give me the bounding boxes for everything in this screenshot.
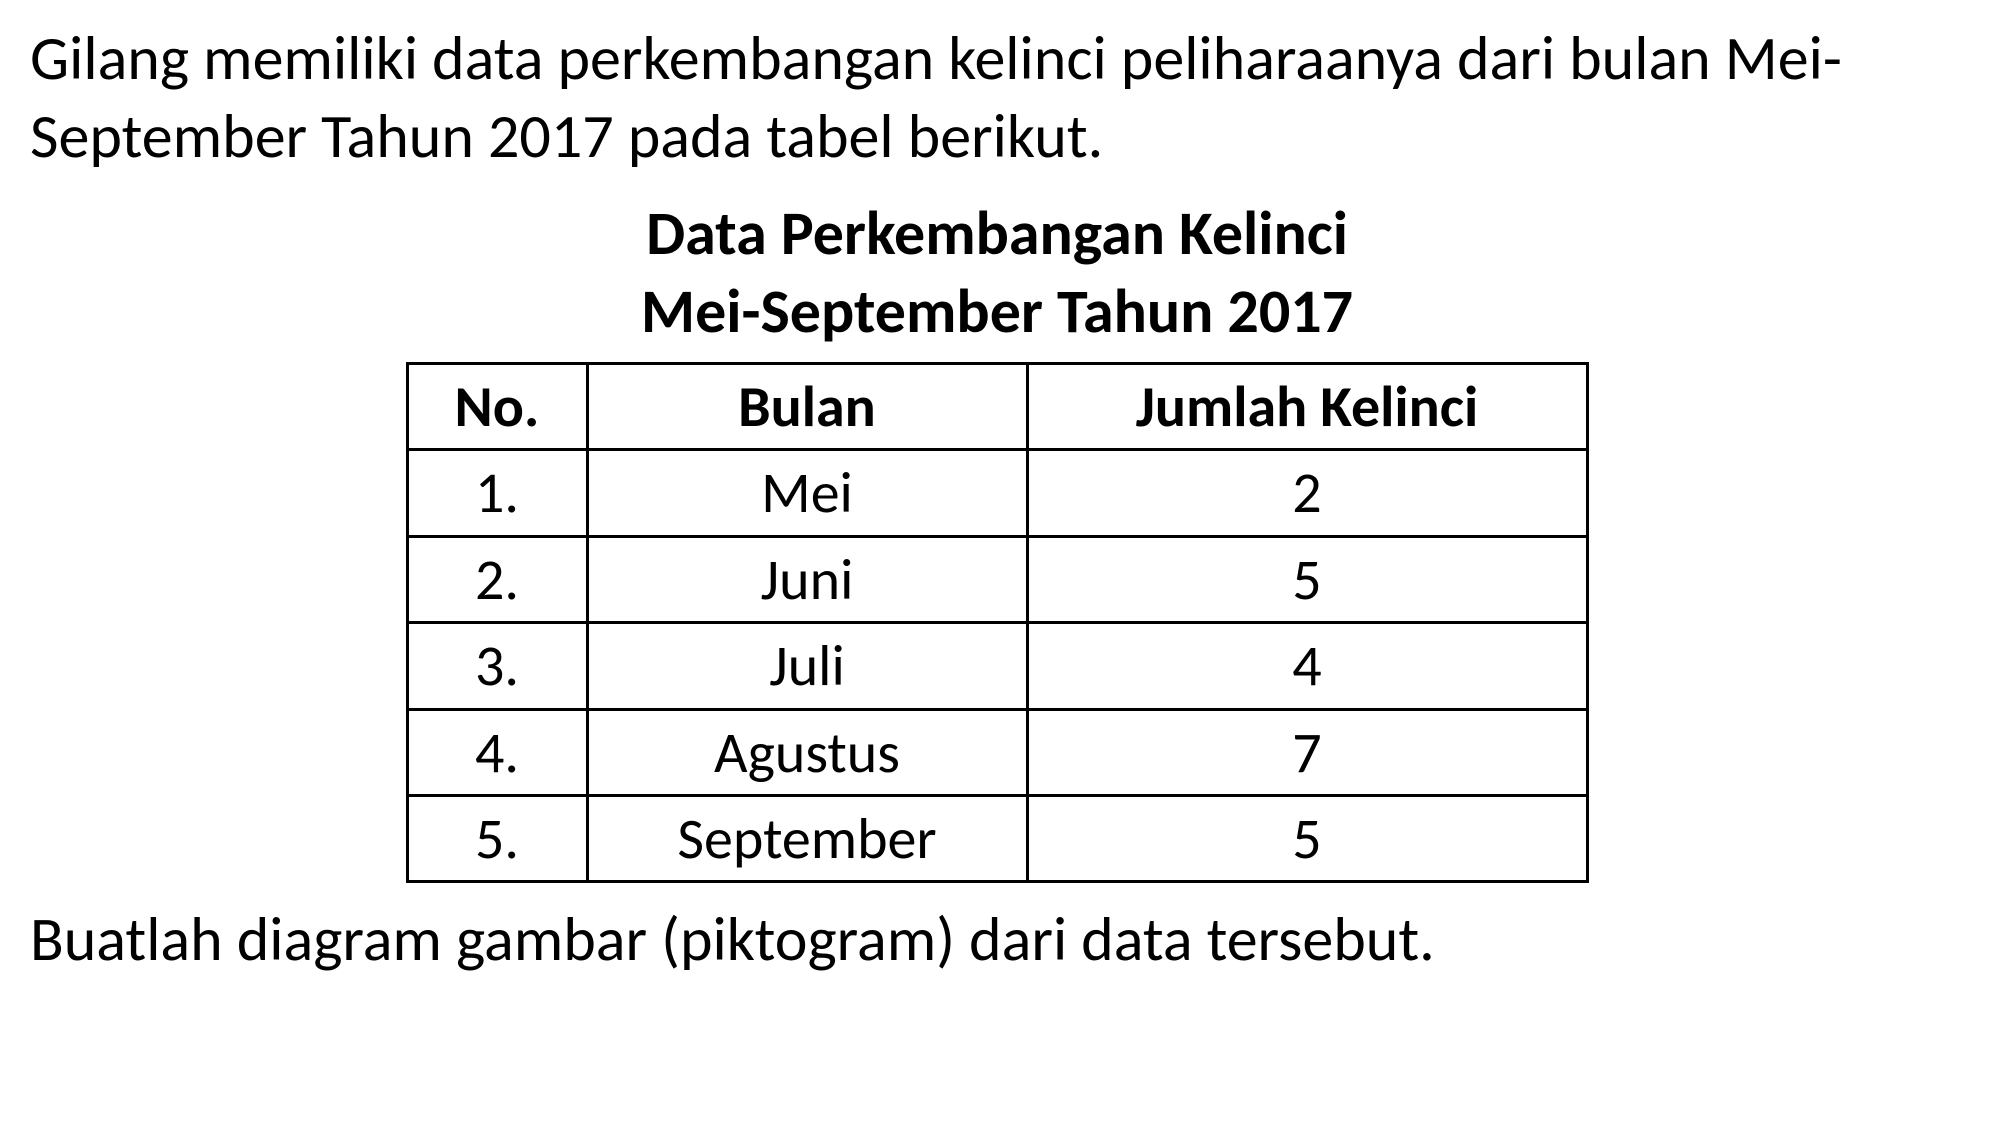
cell-bulan: Juni <box>587 536 1027 622</box>
title-line-2: Mei-September Tahun 2017 <box>30 273 1964 351</box>
cell-jumlah: 2 <box>1027 450 1587 536</box>
cell-jumlah: 4 <box>1027 623 1587 709</box>
outro-paragraph: Buatlah diagram gambar (piktogram) dari … <box>30 901 1964 979</box>
title-line-1: Data Perkembangan Kelinci <box>30 195 1964 273</box>
header-bulan: Bulan <box>587 364 1027 450</box>
table-row: 3. Juli 4 <box>407 623 1587 709</box>
table-row: 2. Juni 5 <box>407 536 1587 622</box>
cell-jumlah: 5 <box>1027 795 1587 881</box>
cell-no: 3. <box>407 623 587 709</box>
table-row: 1. Mei 2 <box>407 450 1587 536</box>
table-header-row: No. Bulan Jumlah Kelinci <box>407 364 1587 450</box>
table-container: No. Bulan Jumlah Kelinci 1. Mei 2 2. Jun… <box>30 362 1964 883</box>
table-row: 4. Agustus 7 <box>407 709 1587 795</box>
cell-jumlah: 5 <box>1027 536 1587 622</box>
cell-bulan: September <box>587 795 1027 881</box>
table-row: 5. September 5 <box>407 795 1587 881</box>
cell-bulan: Agustus <box>587 709 1027 795</box>
header-no: No. <box>407 364 587 450</box>
cell-no: 2. <box>407 536 587 622</box>
header-jumlah: Jumlah Kelinci <box>1027 364 1587 450</box>
cell-no: 1. <box>407 450 587 536</box>
cell-jumlah: 7 <box>1027 709 1587 795</box>
cell-no: 5. <box>407 795 587 881</box>
cell-no: 4. <box>407 709 587 795</box>
cell-bulan: Juli <box>587 623 1027 709</box>
table-title: Data Perkembangan Kelinci Mei-September … <box>30 195 1964 350</box>
cell-bulan: Mei <box>587 450 1027 536</box>
data-table: No. Bulan Jumlah Kelinci 1. Mei 2 2. Jun… <box>406 362 1589 883</box>
intro-paragraph: Gilang memiliki data perkembangan kelinc… <box>30 20 1964 175</box>
